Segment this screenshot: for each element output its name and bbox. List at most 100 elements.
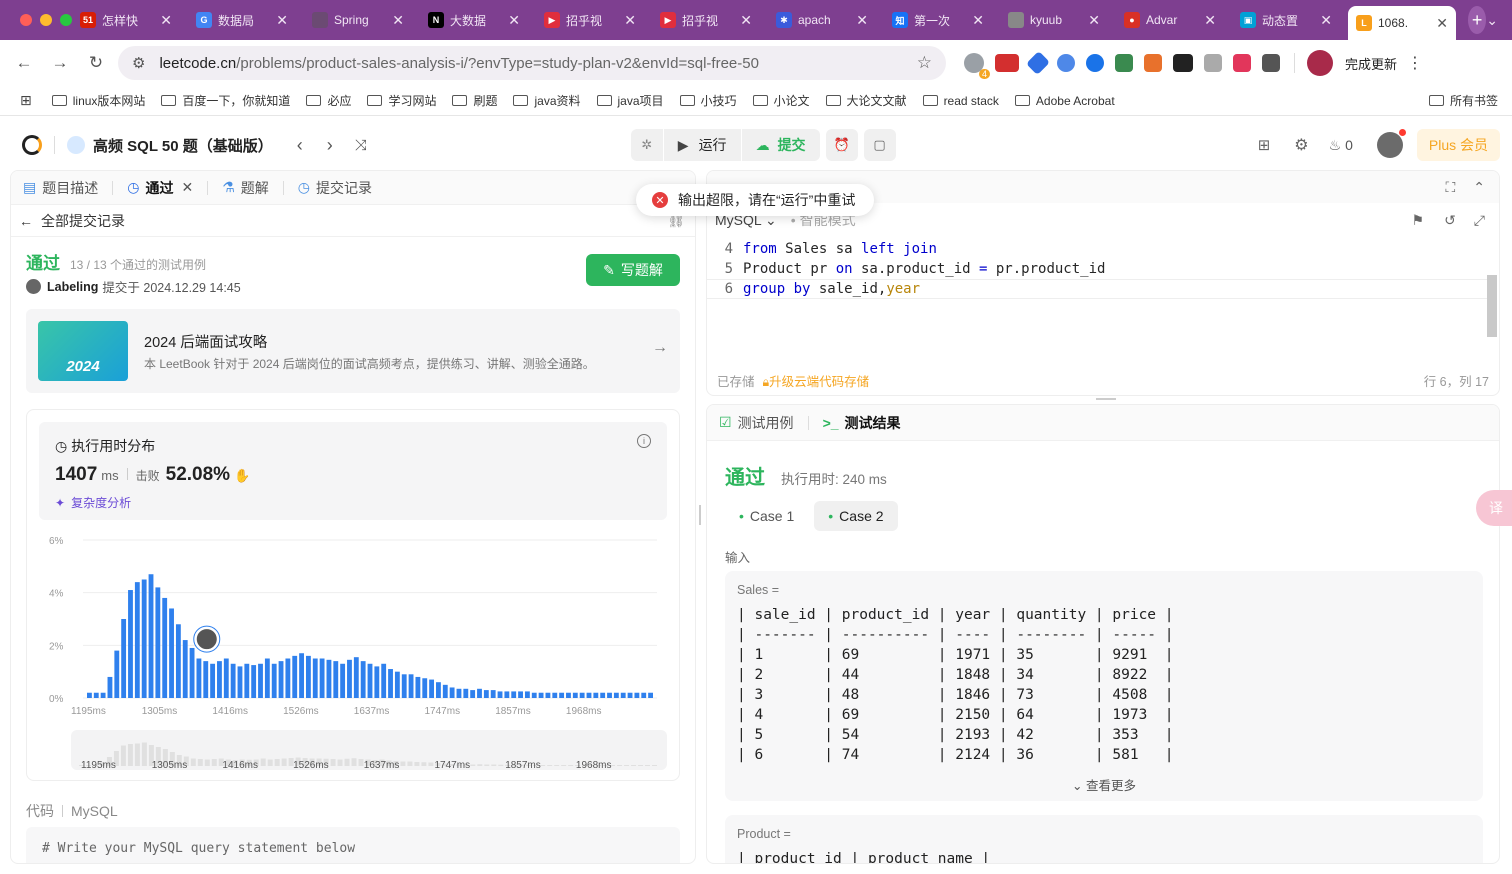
layout-grid-icon[interactable]: ⊞	[1258, 136, 1271, 154]
bookmark-item[interactable]: 大论文文献	[825, 92, 907, 109]
code-line[interactable]: 5 Product pr on sa.product_id = pr.produc…	[707, 259, 1489, 279]
settings-gear-icon[interactable]: ⚙	[1294, 135, 1308, 155]
bookmark-item[interactable]: Adobe Acrobat	[1014, 94, 1115, 108]
browser-tab[interactable]: ● Advar ✕	[1116, 5, 1224, 35]
case-1-tab[interactable]: • Case 1	[725, 501, 808, 531]
all-bookmarks[interactable]: 所有书签	[1428, 92, 1498, 109]
close-tab-icon[interactable]: ✕	[1088, 12, 1100, 29]
check-extension-icon[interactable]	[1115, 54, 1133, 72]
back-arrow-icon[interactable]: ←	[6, 53, 42, 73]
forward-arrow-icon[interactable]: →	[42, 53, 78, 73]
leetbook-promo[interactable]: 2024 2024 后端面试攻略 本 LeetBook 针对于 2024 后端岗…	[26, 309, 680, 393]
tab-accepted[interactable]: ◷ 通过 ✕	[127, 178, 193, 198]
maximize-window-button[interactable]	[60, 14, 72, 26]
close-tab-icon[interactable]: ✕	[624, 12, 636, 29]
close-tab-icon[interactable]: ✕	[160, 12, 172, 29]
close-tab-icon[interactable]: ✕	[1204, 12, 1216, 29]
bookmark-item[interactable]: java资料	[513, 92, 581, 109]
shuffle-icon[interactable]: ⤨	[355, 137, 367, 154]
note-icon[interactable]: ▢	[863, 129, 896, 161]
close-tab-icon[interactable]: ✕	[276, 12, 288, 29]
info-icon[interactable]: i	[637, 434, 651, 448]
puzzle-icon[interactable]	[1262, 54, 1280, 72]
username[interactable]: Labeling	[47, 280, 98, 294]
bookmark-icon[interactable]: ⚑	[1412, 212, 1425, 229]
code-editor[interactable]: 4 from Sales sa left join 5 Product pr on s…	[707, 239, 1489, 299]
bookmark-star-icon[interactable]: ☆	[917, 53, 932, 73]
bookmark-item[interactable]: 必应	[306, 92, 351, 109]
next-problem-icon[interactable]: ›	[327, 135, 333, 156]
editor-scrollbar[interactable]	[1487, 275, 1497, 337]
extension-circle-icon[interactable]	[1057, 54, 1075, 72]
complexity-analysis-link[interactable]: ✦ 复杂度分析	[55, 494, 131, 511]
tab-list-chevron-icon[interactable]: ⌄	[1486, 12, 1498, 29]
close-tab-icon[interactable]: ✕	[856, 12, 868, 29]
user-avatar[interactable]	[1376, 129, 1406, 158]
alarm-clock-icon[interactable]: ⏰	[825, 129, 858, 161]
case-2-tab[interactable]: • Case 2	[814, 501, 898, 531]
see-more-button[interactable]: ⌄ 查看更多	[725, 775, 1483, 794]
close-tab-icon[interactable]: ✕	[740, 12, 752, 29]
expand-icon[interactable]: ⤢	[1474, 212, 1485, 229]
minimize-window-button[interactable]	[40, 14, 52, 26]
translate-extension-icon[interactable]	[1233, 54, 1251, 72]
browser-tab[interactable]: ▶ 招乎视 ✕	[536, 5, 644, 35]
markdown-extension-icon[interactable]	[1173, 54, 1193, 72]
translate-float-button[interactable]: 译	[1476, 490, 1512, 526]
site-settings-icon[interactable]: ⚙	[132, 54, 145, 72]
address-bar[interactable]: ⚙ leetcode.cn/problems/product-sales-ana…	[118, 46, 946, 80]
extension-icon[interactable]: 4	[964, 53, 990, 79]
browser-tab[interactable]: L 1068. ✕	[1348, 6, 1456, 40]
code-line[interactable]: 6 group by sale_id,year	[707, 279, 1489, 299]
new-tab-button[interactable]: +	[1468, 6, 1487, 34]
panel-resize-handle[interactable]	[1096, 398, 1116, 400]
browser-tab[interactable]: G 数据局 ✕	[188, 5, 296, 35]
extension-orange-icon[interactable]	[1144, 54, 1162, 72]
search-extension-icon[interactable]	[1086, 54, 1104, 72]
tab-testcase[interactable]: ☑ 测试用例	[719, 413, 794, 433]
reload-icon[interactable]: ↻	[78, 53, 114, 73]
browser-tab[interactable]: 51 怎样快 ✕	[72, 5, 180, 35]
close-tab-icon[interactable]: ✕	[972, 12, 984, 29]
bookmark-item[interactable]: linux版本网站	[51, 92, 145, 109]
tab-description[interactable]: ▤ 题目描述	[23, 178, 98, 198]
write-solution-button[interactable]: ✎ 写题解	[586, 254, 680, 286]
streak-counter[interactable]: ♨ 0	[1329, 137, 1353, 154]
plus-member-button[interactable]: Plus 会员	[1416, 129, 1500, 161]
extension-blue-icon[interactable]	[1025, 50, 1051, 76]
collapse-chevron-icon[interactable]: ⌃	[1473, 179, 1485, 196]
reset-icon[interactable]: ↺	[1444, 212, 1456, 229]
browser-tab[interactable]: ✱ apach ✕	[768, 5, 876, 35]
close-tab-icon[interactable]: ✕	[181, 179, 193, 196]
close-tab-icon[interactable]: ✕	[1320, 12, 1332, 29]
browser-tab[interactable]: N 大数据 ✕	[420, 5, 528, 35]
upgrade-cloud-link[interactable]: 🔒︎升级云端代码存储	[763, 371, 870, 390]
bookmark-item[interactable]: java项目	[596, 92, 664, 109]
browser-tab[interactable]: ▣ 动态置 ✕	[1232, 5, 1340, 35]
extension-red-icon[interactable]	[995, 54, 1019, 72]
bookmark-item[interactable]: 小技巧	[679, 92, 737, 109]
code-line[interactable]: 4 from Sales sa left join	[707, 239, 1489, 259]
bookmark-item[interactable]: read stack	[922, 94, 999, 108]
close-tab-icon[interactable]: ✕	[1436, 15, 1448, 32]
all-submissions-link[interactable]: 全部提交记录	[41, 211, 125, 231]
apps-grid-icon[interactable]: ⊞	[20, 92, 32, 109]
debug-bug-icon[interactable]: ✲	[631, 137, 663, 153]
submit-button[interactable]: ☁ 提交	[742, 135, 820, 155]
close-tab-icon[interactable]: ✕	[392, 12, 404, 29]
browser-tab[interactable]: kyuub ✕	[1000, 5, 1108, 35]
panel-resize-handle-vertical[interactable]	[699, 505, 701, 525]
tab-test-result[interactable]: >_ 测试结果	[823, 413, 901, 433]
zip-extension-icon[interactable]	[1204, 54, 1222, 72]
bookmark-item[interactable]: 刷题	[452, 92, 497, 109]
fullscreen-icon[interactable]: ⛶	[1445, 179, 1455, 196]
tab-submissions[interactable]: ◷ 提交记录	[298, 178, 372, 198]
run-button[interactable]: ▶ 运行	[664, 135, 741, 155]
bookmark-item[interactable]: 百度一下，你就知道	[161, 92, 290, 109]
bookmark-item[interactable]: 小论文	[752, 92, 810, 109]
browser-tab[interactable]: ▶ 招乎视 ✕	[652, 5, 760, 35]
update-button[interactable]: 完成更新	[1345, 54, 1397, 73]
tab-solutions[interactable]: ⚗ 题解	[222, 178, 269, 198]
browser-tab[interactable]: 知第一次 ✕	[884, 5, 992, 35]
menu-dots-icon[interactable]: ⋮	[1407, 53, 1423, 73]
